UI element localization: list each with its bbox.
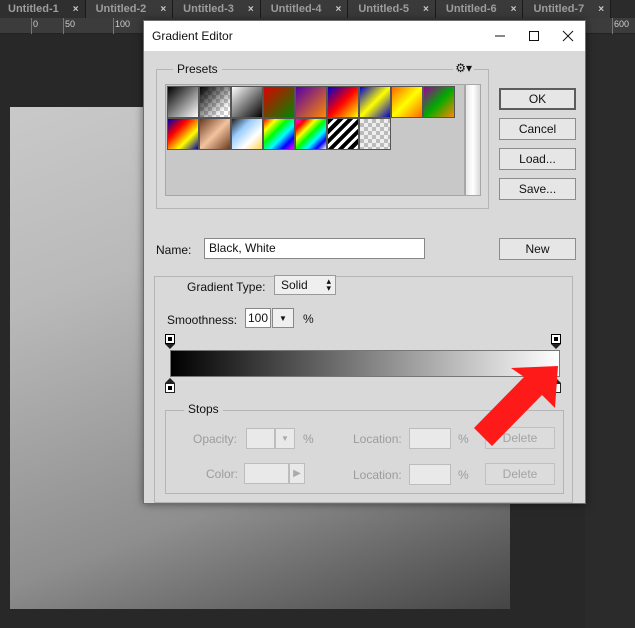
document-tab[interactable]: Untitled-1 ×	[0, 0, 86, 18]
color-label: Color:	[206, 467, 239, 481]
gradient-type-label: Gradient Type:	[187, 280, 266, 294]
chevron-right-icon: ▶	[293, 468, 301, 479]
ruler-label: 50	[65, 19, 76, 29]
close-icon[interactable]: ×	[598, 4, 604, 15]
document-tab[interactable]: Untitled-7 ×	[523, 0, 612, 18]
presets-scrollbar[interactable]	[465, 84, 481, 196]
document-tab[interactable]: Untitled-5 ×	[348, 0, 436, 18]
preset-swatch[interactable]	[295, 86, 327, 118]
opacity-location-unit: %	[458, 432, 469, 446]
close-icon[interactable]: ×	[248, 4, 254, 15]
ok-button[interactable]: OK	[499, 88, 576, 110]
color-location-field[interactable]	[409, 464, 451, 485]
color-delete-button[interactable]: Delete	[485, 463, 555, 485]
color-stop-left[interactable]	[165, 378, 175, 393]
preset-swatch[interactable]	[263, 118, 295, 150]
tab-label: Untitled-5	[358, 3, 410, 15]
smoothness-label: Smoothness:	[167, 313, 238, 327]
cancel-button[interactable]: Cancel	[499, 118, 576, 140]
updown-arrow-icon: ▴ ▾	[326, 276, 331, 293]
document-tabbar: Untitled-1 × Untitled-2 × Untitled-3 × Unti…	[0, 0, 635, 18]
name-label: Name:	[156, 243, 192, 257]
document-tab[interactable]: Untitled-6 ×	[435, 0, 524, 18]
preset-swatch[interactable]	[263, 86, 295, 118]
opacity-unit: %	[303, 432, 314, 446]
presets-group: Presets ⚙▾	[156, 61, 489, 209]
preset-swatches	[165, 84, 465, 196]
opacity-stop-right[interactable]	[551, 334, 561, 349]
preset-swatch[interactable]	[295, 118, 327, 150]
document-tab[interactable]: Untitled-3 ×	[173, 0, 261, 18]
preset-swatch[interactable]	[391, 86, 423, 118]
close-icon	[562, 30, 574, 42]
opacity-stop-left[interactable]	[165, 334, 175, 349]
maximize-icon	[529, 31, 539, 41]
document-tab[interactable]: Untitled-2 ×	[85, 0, 174, 18]
opacity-location-field[interactable]	[409, 428, 451, 449]
preset-swatch[interactable]	[231, 118, 263, 150]
new-button[interactable]: New	[499, 238, 576, 260]
preset-swatch[interactable]	[167, 118, 199, 150]
preset-swatch[interactable]	[231, 86, 263, 118]
chevron-down-icon: ▼	[279, 313, 287, 323]
gear-icon[interactable]: ⚙▾	[453, 61, 474, 75]
opacity-location-label: Location:	[353, 432, 402, 446]
ruler-label: 0	[33, 19, 39, 29]
gradient-type-value: Solid	[281, 278, 308, 292]
color-swatch[interactable]	[244, 463, 289, 484]
close-icon[interactable]: ×	[335, 4, 341, 15]
annotation-arrow-icon	[474, 366, 558, 446]
close-icon[interactable]: ×	[73, 4, 79, 15]
tab-label: Untitled-4	[270, 3, 322, 15]
close-icon[interactable]: ×	[160, 4, 166, 15]
preset-swatch[interactable]	[167, 86, 199, 118]
dialog-titlebar: Gradient Editor	[144, 21, 585, 51]
smoothness-unit: %	[303, 312, 314, 326]
chevron-down-icon: ▼	[281, 434, 289, 443]
color-location-unit: %	[458, 468, 469, 482]
preset-swatch[interactable]	[359, 86, 391, 118]
opacity-field[interactable]	[246, 428, 275, 449]
stops-label: Stops	[184, 402, 223, 416]
presets-label: Presets	[173, 62, 222, 76]
preset-swatch[interactable]	[423, 86, 455, 118]
tab-label: Untitled-6	[445, 3, 497, 15]
smoothness-dropdown[interactable]: ▼	[272, 308, 294, 328]
save-button[interactable]: Save...	[499, 178, 576, 200]
maximize-button[interactable]	[517, 21, 551, 51]
tab-label: Untitled-1	[8, 3, 59, 15]
ruler-label: 100	[115, 19, 131, 29]
tab-label: Untitled-3	[183, 3, 234, 15]
minimize-button[interactable]	[483, 21, 517, 51]
close-icon[interactable]: ×	[423, 4, 429, 15]
close-icon[interactable]: ×	[511, 4, 517, 15]
preset-swatch[interactable]	[199, 86, 231, 118]
tab-label: Untitled-2	[95, 3, 147, 15]
load-button[interactable]: Load...	[499, 148, 576, 170]
gradient-type-select[interactable]: Solid ▴ ▾	[274, 275, 336, 295]
preset-swatch[interactable]	[327, 118, 359, 150]
smoothness-field[interactable]: 100	[245, 308, 271, 328]
preset-swatch[interactable]	[359, 118, 391, 150]
side-panel	[585, 34, 635, 628]
document-tab[interactable]: Untitled-4 ×	[260, 0, 349, 18]
preset-swatch[interactable]	[327, 86, 359, 118]
preset-swatch[interactable]	[199, 118, 231, 150]
color-location-label: Location:	[353, 468, 402, 482]
tab-label: Untitled-7	[533, 3, 585, 15]
ruler-label: 600	[614, 19, 630, 29]
color-picker-arrow[interactable]: ▶	[289, 463, 305, 484]
opacity-label: Opacity:	[193, 432, 238, 446]
name-field[interactable]: Black, White	[204, 238, 425, 259]
close-button[interactable]	[551, 21, 585, 51]
minimize-icon	[495, 35, 505, 37]
opacity-dropdown[interactable]: ▼	[275, 428, 295, 449]
dialog-title: Gradient Editor	[152, 29, 233, 43]
